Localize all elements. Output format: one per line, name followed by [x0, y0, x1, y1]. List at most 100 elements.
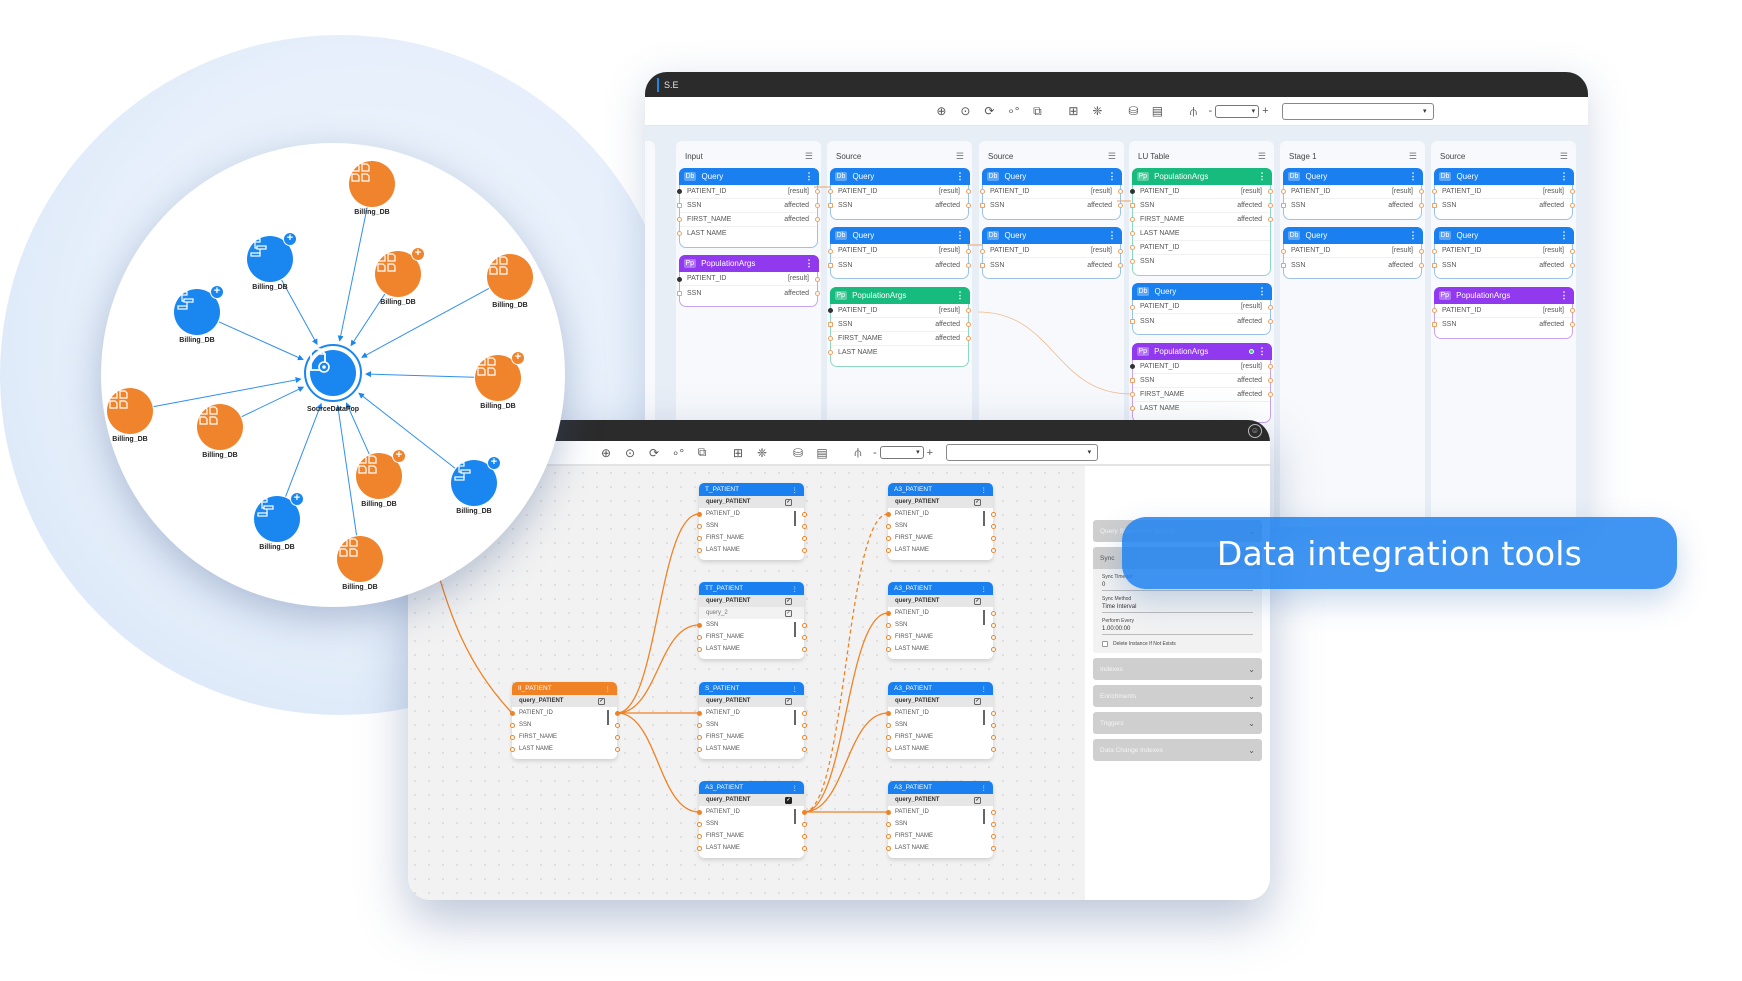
output-port[interactable]: [990, 622, 996, 628]
output-port[interactable]: [801, 547, 807, 553]
hierarchy-icon[interactable]: ⫛: [846, 443, 870, 463]
output-port[interactable]: [990, 845, 996, 851]
add-icon[interactable]: +: [283, 232, 297, 246]
output-port[interactable]: [1570, 203, 1575, 208]
accordion-section[interactable]: Enrichments ⌄: [1093, 685, 1262, 707]
database-node[interactable]: [337, 536, 383, 582]
kebab-menu-icon[interactable]: ⋮: [792, 784, 799, 792]
output-port[interactable]: [990, 710, 996, 716]
view-select[interactable]: ▾: [946, 444, 1099, 461]
flow-node[interactable]: Db Query ⋮ PATIENT_ID [result] SSN affected: [1281, 167, 1424, 220]
output-port[interactable]: [990, 523, 996, 529]
input-port[interactable]: [1432, 308, 1437, 313]
kebab-menu-icon[interactable]: ⋮: [1258, 346, 1267, 357]
accordion-section[interactable]: Triggers ⌄: [1093, 712, 1262, 734]
input-port[interactable]: [1130, 392, 1135, 397]
input-port[interactable]: [677, 217, 682, 222]
flow-node[interactable]: Db Query ⋮ PATIENT_ID [result] SSN affected: [1432, 167, 1575, 220]
input-port[interactable]: [828, 308, 833, 313]
table-search-icon[interactable]: ▤: [1145, 101, 1169, 121]
input-port[interactable]: [885, 710, 891, 716]
input-port[interactable]: [677, 276, 682, 282]
input-port[interactable]: [1130, 364, 1135, 369]
output-port[interactable]: [614, 734, 620, 740]
output-port[interactable]: [966, 189, 971, 194]
accordion-section[interactable]: Data Change Indexes ⌄: [1093, 739, 1262, 761]
scrollbar[interactable]: [794, 809, 796, 824]
input-port[interactable]: [1281, 203, 1286, 208]
database-node[interactable]: +: [475, 351, 525, 401]
input-port[interactable]: [885, 845, 891, 851]
output-port[interactable]: [1268, 203, 1273, 208]
flow-node[interactable]: Db Query ⋮ PATIENT_ID [result] SSN affected FIR…: [677, 167, 820, 248]
add-circle-icon[interactable]: ⊙: [953, 101, 977, 121]
input-port[interactable]: [696, 622, 702, 628]
kebab-menu-icon[interactable]: ⋮: [981, 784, 988, 792]
input-port[interactable]: [828, 262, 833, 268]
output-port[interactable]: [801, 511, 807, 517]
output-port[interactable]: [966, 248, 971, 254]
output-port[interactable]: [990, 722, 996, 728]
output-port[interactable]: [801, 523, 807, 529]
db-search-icon[interactable]: ⛁: [1121, 101, 1145, 121]
table-node[interactable]: A3_PATIENT ⋮ query_PATIENT ✓ PATIENT_ID SSN FI…: [885, 582, 996, 659]
input-port[interactable]: [1130, 378, 1135, 383]
scrollbar[interactable]: [794, 622, 796, 637]
input-port[interactable]: [677, 290, 682, 296]
kebab-menu-icon[interactable]: ⋮: [1258, 171, 1267, 182]
scrollbar[interactable]: [983, 809, 985, 824]
input-port[interactable]: [1432, 322, 1437, 327]
output-port[interactable]: [990, 634, 996, 640]
add-icon[interactable]: +: [411, 247, 425, 261]
input-port[interactable]: [885, 646, 891, 652]
kebab-menu-icon[interactable]: ⋮: [1409, 230, 1418, 241]
input-port[interactable]: [509, 710, 515, 716]
kebab-menu-icon[interactable]: ⋮: [605, 685, 612, 693]
kebab-menu-icon[interactable]: ⋮: [805, 171, 814, 182]
input-port[interactable]: [1432, 248, 1437, 254]
flow-node[interactable]: Db Query ⋮ PATIENT_ID [result] SSN affected: [828, 167, 971, 220]
output-port[interactable]: [1570, 248, 1575, 254]
scrollbar[interactable]: [983, 511, 985, 526]
input-port[interactable]: [696, 511, 702, 517]
input-port[interactable]: [885, 610, 891, 616]
flow-node[interactable]: Pp PopulationArgs ⋮ PATIENT_ID [result] SSN af…: [1130, 167, 1273, 276]
input-port[interactable]: [509, 734, 515, 740]
kebab-menu-icon[interactable]: ⋮: [805, 258, 814, 269]
input-port[interactable]: [696, 833, 702, 839]
add-icon[interactable]: +: [392, 449, 406, 463]
output-port[interactable]: [815, 217, 820, 222]
table-node[interactable]: S_PATIENT ⋮ query_PATIENT ✓ PATIENT_ID SSN FIR…: [696, 682, 807, 759]
input-port[interactable]: [1130, 217, 1135, 222]
input-port[interactable]: [696, 722, 702, 728]
input-port[interactable]: [828, 203, 833, 208]
refresh-icon[interactable]: ⟳: [642, 443, 666, 463]
kebab-menu-icon[interactable]: ⋮: [956, 290, 965, 301]
input-port[interactable]: [696, 710, 702, 716]
query-checkbox[interactable]: ✓: [974, 697, 981, 705]
input-port[interactable]: [885, 746, 891, 752]
kebab-menu-icon[interactable]: ⋮: [792, 585, 799, 593]
schema-node[interactable]: +: [247, 232, 297, 282]
refresh-icon[interactable]: ⟳: [977, 101, 1001, 121]
input-port[interactable]: [980, 248, 985, 254]
table-node[interactable]: A3_PATIENT ⋮ query_PATIENT ✓ PATIENT_ID SSN FI…: [885, 781, 996, 858]
output-port[interactable]: [614, 722, 620, 728]
output-port[interactable]: [1570, 262, 1575, 268]
input-port[interactable]: [1432, 203, 1437, 208]
flow-node[interactable]: Db Query ⋮ PATIENT_ID [result] SSN affected: [980, 227, 1123, 279]
input-port[interactable]: [828, 189, 833, 194]
hamburger-menu-icon[interactable]: ☰: [956, 151, 964, 162]
input-port[interactable]: [1130, 203, 1135, 208]
input-port[interactable]: [1432, 262, 1437, 268]
output-port[interactable]: [801, 535, 807, 541]
table-search-icon[interactable]: ▤: [810, 443, 834, 463]
output-port[interactable]: [990, 809, 996, 815]
flow-node[interactable]: Db Query ⋮ PATIENT_ID [result] SSN affected: [1281, 227, 1424, 279]
nodes-icon[interactable]: ∘°: [666, 443, 690, 463]
query-checkbox[interactable]: ✓: [974, 597, 981, 605]
nodes-icon[interactable]: ∘°: [1001, 101, 1025, 121]
scrollbar[interactable]: [794, 511, 796, 526]
input-port[interactable]: [885, 634, 891, 640]
input-port[interactable]: [696, 646, 702, 652]
